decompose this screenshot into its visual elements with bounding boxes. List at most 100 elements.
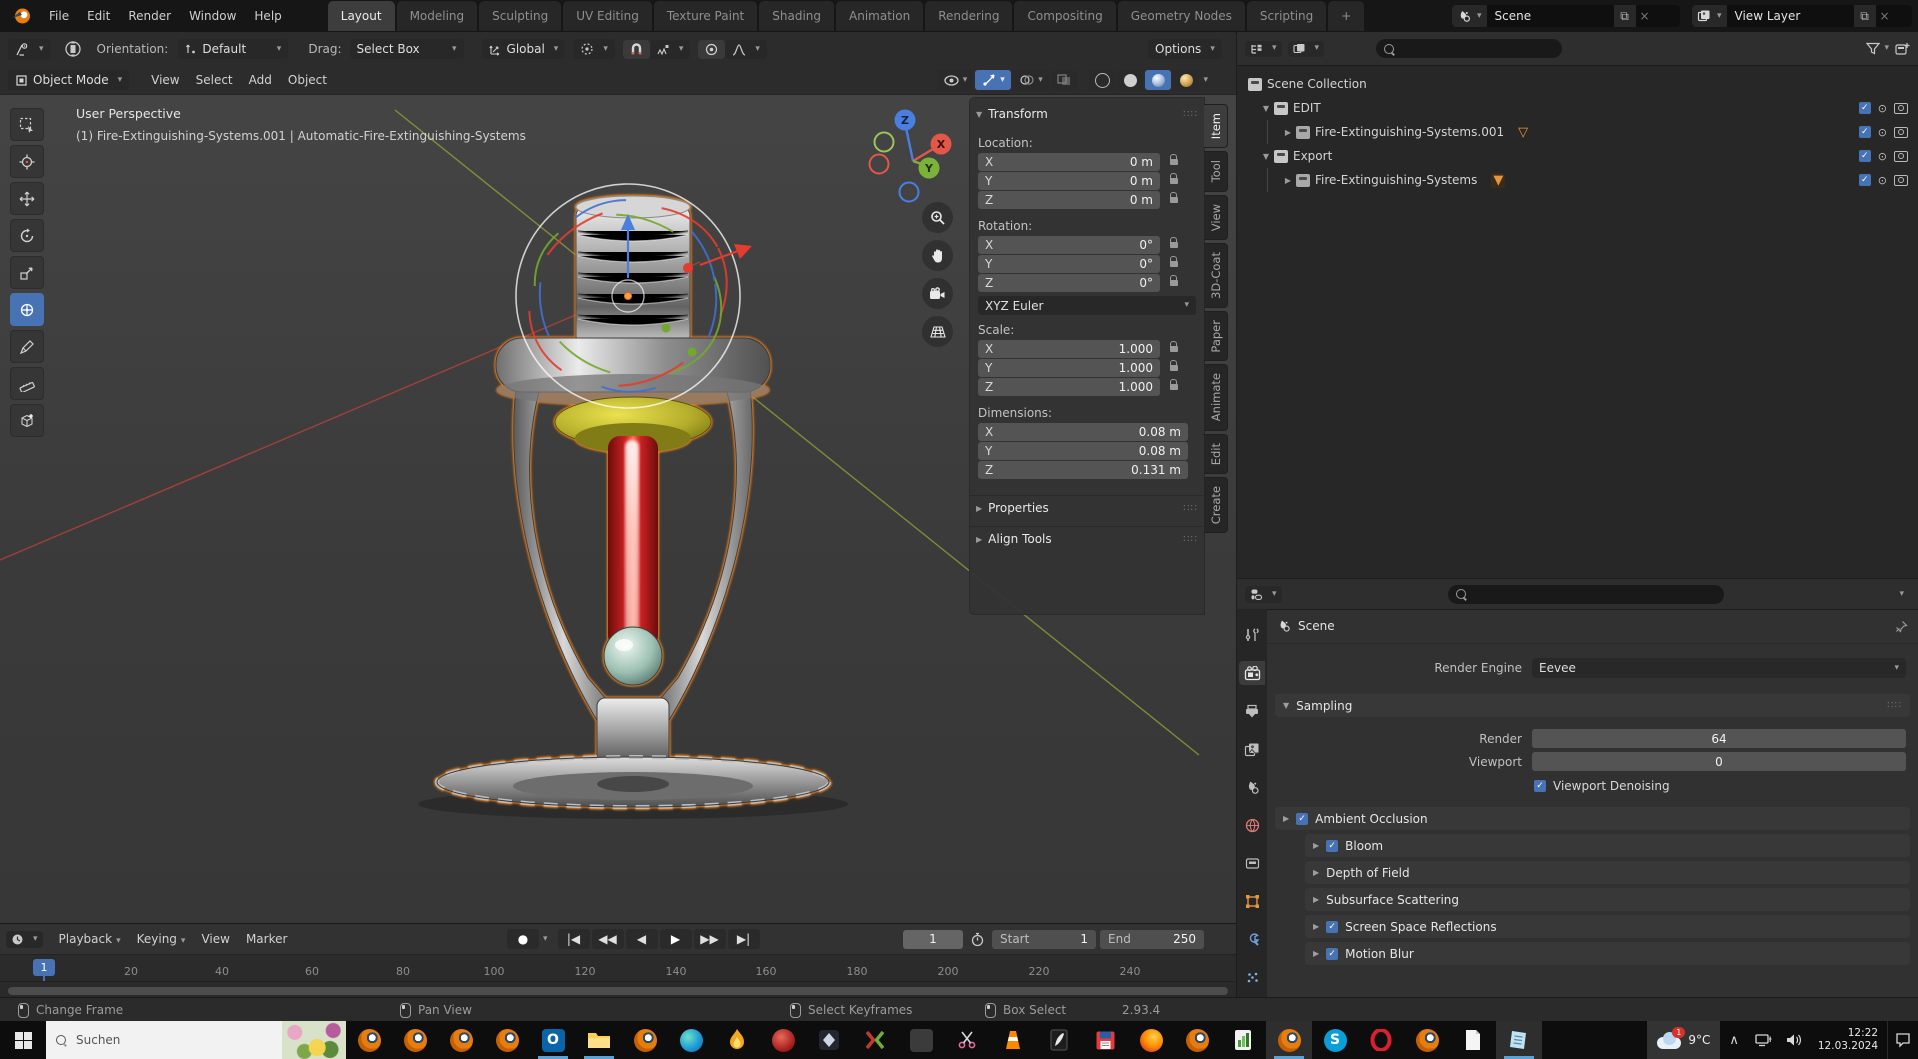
disable-render-icon[interactable]: [1894, 150, 1908, 162]
panel-grip-icon[interactable]: ∷∷: [1183, 109, 1198, 120]
scale-z-field[interactable]: Z 1.000: [978, 378, 1160, 396]
tool-rotate[interactable]: [10, 219, 44, 252]
expand-caret-icon[interactable]: ▼: [1259, 152, 1273, 161]
expand-caret-icon[interactable]: ▶: [1281, 176, 1295, 185]
tray-weather-widget[interactable]: 1 9°C: [1647, 1021, 1721, 1059]
workspace-tab-uv-editing[interactable]: UV Editing: [563, 1, 652, 31]
viewport-3d[interactable]: Object Mode ▾ View Select Add Object ▾ ▾…: [0, 66, 1236, 923]
workspace-tab-layout[interactable]: Layout: [327, 1, 395, 31]
motion-blur-checkbox[interactable]: ✓: [1326, 947, 1339, 960]
properties-search-input[interactable]: [1447, 584, 1724, 604]
tool-annotate[interactable]: [10, 330, 44, 363]
taskbar-flame-app-icon[interactable]: [714, 1021, 760, 1059]
tab-view-layer-properties[interactable]: [1239, 737, 1265, 761]
taskbar-blender-icon[interactable]: [622, 1021, 668, 1059]
taskbar-file-explorer-icon[interactable]: [576, 1021, 622, 1059]
tab-particle-properties[interactable]: [1239, 965, 1265, 989]
gizmo-y-handle[interactable]: [661, 323, 671, 333]
disable-render-icon[interactable]: [1894, 126, 1908, 138]
exclude-checkbox[interactable]: ✓: [1858, 150, 1871, 162]
taskbar-firefox-icon[interactable]: [1128, 1021, 1174, 1059]
taskbar-notes-app-icon[interactable]: [1496, 1021, 1542, 1059]
options-dropdown[interactable]: Options ▾: [1148, 39, 1222, 59]
drag-dropdown[interactable]: Select Box ▾: [349, 39, 464, 59]
timeline-scrollbar[interactable]: [0, 984, 1236, 998]
panel-grip-icon[interactable]: ∷∷: [1183, 534, 1198, 545]
menu-help[interactable]: Help: [245, 5, 290, 27]
view-layer-unlink-icon[interactable]: ×: [1876, 9, 1894, 23]
npanel-tab-paper[interactable]: Paper: [1204, 310, 1228, 362]
viewport-samples-field[interactable]: 0: [1532, 752, 1906, 771]
ssr-checkbox[interactable]: ✓: [1326, 920, 1339, 933]
use-preview-range-icon[interactable]: [970, 932, 985, 947]
tool-measure[interactable]: [10, 367, 44, 400]
scene-icon[interactable]: ▾: [1452, 5, 1487, 27]
depth-of-field-panel-header[interactable]: ▶ Depth of Field: [1305, 861, 1910, 884]
jump-to-start-button[interactable]: |◀: [557, 929, 590, 949]
taskbar-opera-icon[interactable]: [1358, 1021, 1404, 1059]
tab-output-properties[interactable]: [1239, 699, 1265, 723]
tray-network-icon[interactable]: [1748, 1033, 1779, 1047]
location-x-field[interactable]: X0 m: [978, 153, 1160, 171]
new-collection-button[interactable]: [1895, 42, 1910, 56]
panel-grip-icon[interactable]: ∷∷: [1887, 700, 1902, 711]
view-layer-name[interactable]: View Layer: [1727, 9, 1853, 23]
sampling-panel-header[interactable]: ▼ Sampling ∷∷: [1275, 694, 1910, 717]
taskbar-green-doc-app-icon[interactable]: [1220, 1021, 1266, 1059]
disable-render-icon[interactable]: [1894, 102, 1908, 114]
blender-logo-icon[interactable]: [10, 5, 32, 27]
exclude-checkbox[interactable]: ✓: [1858, 126, 1871, 138]
hide-viewport-icon[interactable]: ⊙: [1878, 174, 1887, 187]
taskbar-x-app-icon[interactable]: [852, 1021, 898, 1059]
npanel-tab-create[interactable]: Create: [1204, 476, 1228, 534]
ambient-occlusion-panel-header[interactable]: ▶ ✓ Ambient Occlusion: [1275, 807, 1910, 830]
ambient-occlusion-checkbox[interactable]: ✓: [1296, 812, 1309, 825]
lock-icon[interactable]: [1166, 360, 1182, 371]
taskbar-skype-icon[interactable]: S: [1312, 1021, 1358, 1059]
taskbar-vlc-icon[interactable]: [990, 1021, 1036, 1059]
tool-scale[interactable]: [10, 256, 44, 289]
subsurface-scattering-panel-header[interactable]: ▶ Subsurface Scattering: [1305, 888, 1910, 911]
mode-dropdown[interactable]: Object Mode ▾: [8, 70, 130, 90]
tab-scene-properties[interactable]: [1239, 775, 1265, 799]
dimensions-x-field[interactable]: X 0.08 m: [978, 423, 1188, 441]
proportional-editing-button[interactable]: [698, 39, 726, 59]
timeline-menu-keying[interactable]: Keying ▾: [129, 928, 194, 950]
current-frame-field[interactable]: 1: [903, 929, 963, 949]
lock-icon[interactable]: [1166, 275, 1182, 286]
tool-add-cube[interactable]: [10, 404, 44, 437]
zoom-button[interactable]: [922, 202, 953, 233]
hide-viewport-icon[interactable]: ⊙: [1878, 102, 1887, 115]
location-y-field[interactable]: Y0 m: [978, 172, 1160, 190]
outliner-row-fire-systems-001[interactable]: ▶ Fire-Extinguishing-Systems.001 ▽ ✓ ⊙: [1237, 120, 1918, 144]
timeline-ruler[interactable]: 20 40 60 80 100 120 140 160 180 200 220 …: [0, 955, 1236, 982]
tab-object-properties[interactable]: [1239, 889, 1265, 913]
outliner-row-fire-systems[interactable]: ▶ Fire-Extinguishing-Systems ▼ ✓ ⊙: [1237, 168, 1918, 192]
outliner-row-scene-collection[interactable]: Scene Collection: [1237, 72, 1918, 96]
taskbar-quill-app-icon[interactable]: [1036, 1021, 1082, 1059]
snap-settings-dropdown[interactable]: ▾: [649, 39, 691, 59]
menu-window[interactable]: Window: [180, 5, 245, 27]
viewport-denoising-checkbox[interactable]: ✓: [1534, 780, 1546, 792]
shading-solid-button[interactable]: [1117, 70, 1144, 90]
workspace-tab-texture-paint[interactable]: Texture Paint: [653, 1, 758, 31]
properties-options-dropdown[interactable]: ▾: [1899, 589, 1904, 599]
lock-icon[interactable]: [1166, 341, 1182, 352]
menu-render[interactable]: Render: [119, 5, 180, 27]
outliner-filter-mode-dropdown[interactable]: ▾: [1287, 40, 1325, 57]
tray-volume-icon[interactable]: [1779, 1033, 1809, 1047]
add-workspace-button[interactable]: +: [1328, 1, 1365, 31]
shading-material-button[interactable]: [1145, 70, 1172, 90]
render-samples-field[interactable]: 64: [1532, 729, 1906, 748]
outliner-row-edit[interactable]: ▼ EDIT ✓ ⊙: [1237, 96, 1918, 120]
shading-dropdown[interactable]: ▾: [1203, 75, 1208, 85]
workspace-tab-rendering[interactable]: Rendering: [925, 1, 1013, 31]
scene-new-copy-icon[interactable]: ⧉: [1613, 5, 1636, 27]
hide-viewport-icon[interactable]: ⊙: [1878, 150, 1887, 163]
tray-clock[interactable]: 12:22 12.03.2024: [1809, 1027, 1887, 1053]
tab-render-properties[interactable]: [1239, 661, 1265, 685]
tab-world-properties[interactable]: [1239, 813, 1265, 837]
tab-collection-properties[interactable]: [1239, 851, 1265, 875]
taskbar-blender-icon[interactable]: [1404, 1021, 1450, 1059]
start-button[interactable]: [0, 1021, 46, 1059]
